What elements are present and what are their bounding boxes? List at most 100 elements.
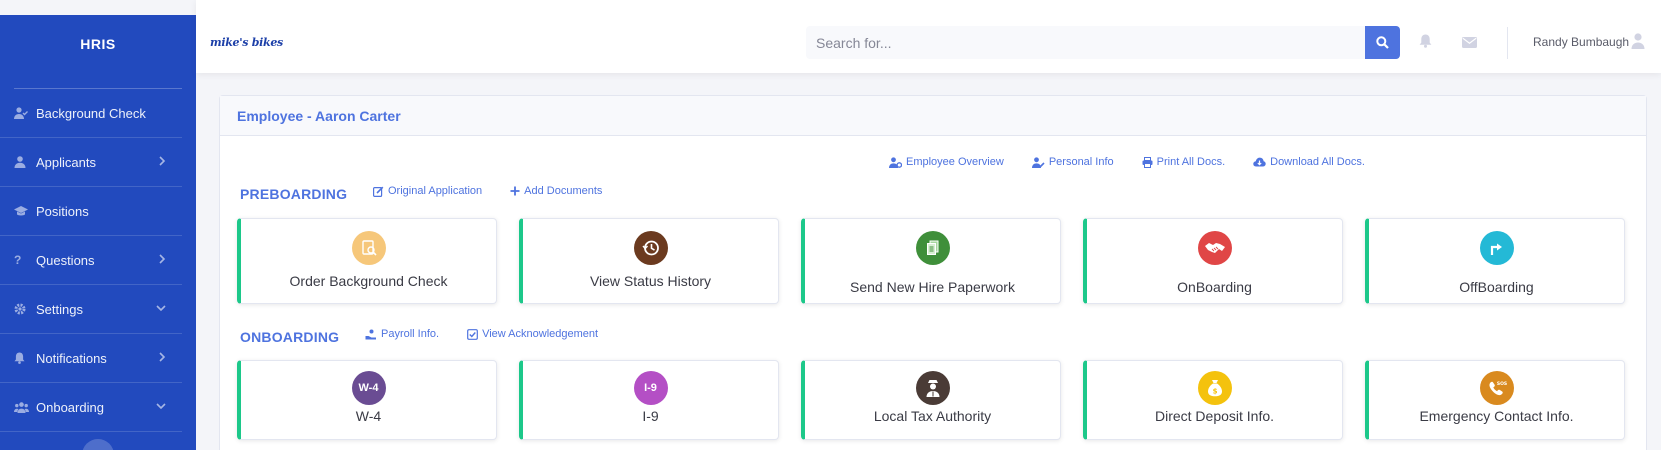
search-input[interactable] bbox=[806, 26, 1365, 59]
local-tax-authority-tile[interactable]: Local Tax Authority bbox=[801, 360, 1061, 440]
sidebar-item-label: Background Check bbox=[36, 105, 146, 121]
search-button[interactable] bbox=[1365, 26, 1400, 59]
printer-icon bbox=[1142, 156, 1153, 168]
add-documents-label: Add Documents bbox=[524, 185, 603, 197]
hand-coin-icon bbox=[365, 329, 376, 339]
money-bag-icon: $ bbox=[1197, 371, 1232, 405]
sidebar-item-positions[interactable]: Positions bbox=[0, 187, 182, 236]
original-application-link[interactable]: Original Application bbox=[373, 185, 482, 197]
tile-label: Local Tax Authority bbox=[873, 408, 992, 424]
sidebar-item-questions[interactable]: ? Questions bbox=[0, 236, 182, 285]
svg-text:SOS: SOS bbox=[1496, 381, 1506, 387]
offboarding-tile[interactable]: OffBoarding bbox=[1365, 218, 1625, 304]
w4-tile[interactable]: W-4 W-4 bbox=[237, 360, 497, 440]
tile-label: Direct Deposit Info. bbox=[1154, 408, 1275, 424]
paperwork-icon bbox=[915, 231, 950, 265]
sidebar-item-label: Notifications bbox=[36, 350, 107, 366]
original-application-label: Original Application bbox=[388, 185, 483, 197]
sidebar: HRIS Background Check Applicants Positio… bbox=[0, 15, 196, 450]
employee-card: Employee - Aaron Carter Employee Overvie… bbox=[219, 95, 1647, 450]
bell-icon[interactable] bbox=[1419, 34, 1432, 53]
employee-actions: Employee Overview Personal Info Print Al… bbox=[889, 156, 1365, 168]
sidebar-item-label: Settings bbox=[36, 301, 83, 317]
exit-arrow-icon bbox=[1479, 231, 1514, 265]
user-avatar-icon[interactable] bbox=[1631, 33, 1645, 54]
chevron-right-icon bbox=[158, 155, 166, 169]
bell-icon bbox=[14, 352, 36, 364]
i9-icon: I-9 bbox=[633, 371, 668, 405]
view-acknowledgement-link[interactable]: View Acknowledgement bbox=[467, 328, 598, 340]
envelope-icon[interactable] bbox=[1462, 35, 1477, 53]
sidebar-item-background-check[interactable]: Background Check bbox=[0, 89, 182, 138]
chevron-right-icon bbox=[158, 253, 166, 267]
payroll-info-label: Payroll Info. bbox=[381, 328, 440, 340]
tile-label: Order Background Check bbox=[289, 273, 448, 289]
download-all-docs-label: Download All Docs. bbox=[1270, 156, 1365, 168]
download-all-docs-link[interactable]: Download All Docs. bbox=[1253, 156, 1365, 168]
sidebar-item-notifications[interactable]: Notifications bbox=[0, 334, 182, 383]
view-status-history-tile[interactable]: View Status History bbox=[519, 218, 779, 304]
user-gear-icon bbox=[889, 156, 902, 168]
brand-title[interactable]: HRIS bbox=[0, 15, 196, 73]
onboarding-tile[interactable]: OnBoarding bbox=[1083, 218, 1343, 304]
search-icon bbox=[1376, 36, 1389, 49]
edit-icon bbox=[373, 186, 384, 197]
emergency-contact-info-tile[interactable]: SOS Emergency Contact Info. bbox=[1365, 360, 1625, 440]
user-check-icon bbox=[14, 107, 36, 119]
sidebar-item-label: Positions bbox=[36, 203, 89, 219]
sidebar-item-applicants[interactable]: Applicants bbox=[0, 138, 182, 187]
preboarding-title: PREBOARDING bbox=[240, 186, 348, 202]
user-edit-icon bbox=[1031, 156, 1045, 168]
users-icon bbox=[14, 401, 36, 413]
checkbox-icon bbox=[467, 328, 478, 340]
sidebar-item-onboarding[interactable]: Onboarding bbox=[0, 383, 182, 432]
tile-label: OnBoarding bbox=[1177, 279, 1252, 295]
sos-phone-icon: SOS bbox=[1479, 371, 1514, 405]
add-documents-link[interactable]: Add Documents bbox=[510, 185, 602, 197]
history-icon bbox=[633, 231, 668, 265]
direct-deposit-info-tile[interactable]: $ Direct Deposit Info. bbox=[1083, 360, 1343, 440]
tile-label: View Status History bbox=[589, 273, 712, 289]
sidebar-toggle-button[interactable] bbox=[82, 439, 114, 450]
search-bar bbox=[806, 26, 1400, 59]
company-logo[interactable]: mike's bikes bbox=[210, 36, 283, 49]
personal-info-label: Personal Info bbox=[1048, 156, 1114, 168]
print-all-docs-link[interactable]: Print All Docs. bbox=[1142, 156, 1225, 168]
employee-overview-link[interactable]: Employee Overview bbox=[889, 156, 1004, 168]
tile-label: W-4 bbox=[355, 408, 382, 424]
chevron-right-icon bbox=[158, 351, 166, 365]
chevron-down-icon bbox=[156, 303, 166, 315]
gear-icon bbox=[14, 303, 36, 315]
personal-info-link[interactable]: Personal Info bbox=[1031, 156, 1114, 168]
sidebar-item-label: Onboarding bbox=[36, 399, 104, 415]
onboarding-links: Payroll Info. View Acknowledgement bbox=[365, 328, 598, 340]
tile-label: I-9 bbox=[642, 408, 659, 424]
sidebar-item-label: Applicants bbox=[36, 154, 96, 170]
preboarding-links: Original Application Add Documents bbox=[373, 185, 602, 197]
graduation-cap-icon bbox=[14, 205, 36, 217]
background-check-icon bbox=[351, 231, 386, 265]
chevron-down-icon bbox=[156, 401, 166, 413]
view-acknowledgement-label: View Acknowledgement bbox=[482, 328, 599, 340]
tile-label: OffBoarding bbox=[1459, 279, 1534, 295]
officer-icon bbox=[915, 371, 950, 405]
send-new-hire-paperwork-tile[interactable]: Send New Hire Paperwork bbox=[801, 218, 1061, 304]
sidebar-item-settings[interactable]: Settings bbox=[0, 285, 182, 334]
i9-tile[interactable]: I-9 I-9 bbox=[519, 360, 779, 440]
sidebar-item-label: Questions bbox=[36, 252, 95, 268]
tile-label: Emergency Contact Info. bbox=[1419, 408, 1574, 424]
onboarding-title: ONBOARDING bbox=[240, 329, 340, 345]
topbar: mike's bikes Randy Bumbaugh bbox=[196, 0, 1661, 73]
employee-overview-label: Employee Overview bbox=[906, 156, 1004, 168]
handshake-icon bbox=[1197, 231, 1232, 265]
payroll-info-link[interactable]: Payroll Info. bbox=[365, 328, 439, 340]
print-all-docs-label: Print All Docs. bbox=[1156, 156, 1226, 168]
question-icon: ? bbox=[14, 253, 22, 267]
card-title: Employee - Aaron Carter bbox=[220, 96, 1646, 136]
username[interactable]: Randy Bumbaugh bbox=[1533, 35, 1629, 49]
topbar-divider bbox=[1507, 27, 1508, 59]
cloud-download-icon bbox=[1253, 157, 1266, 167]
user-icon bbox=[14, 156, 36, 168]
order-background-check-tile[interactable]: Order Background Check bbox=[237, 218, 497, 304]
plus-icon bbox=[510, 186, 520, 196]
